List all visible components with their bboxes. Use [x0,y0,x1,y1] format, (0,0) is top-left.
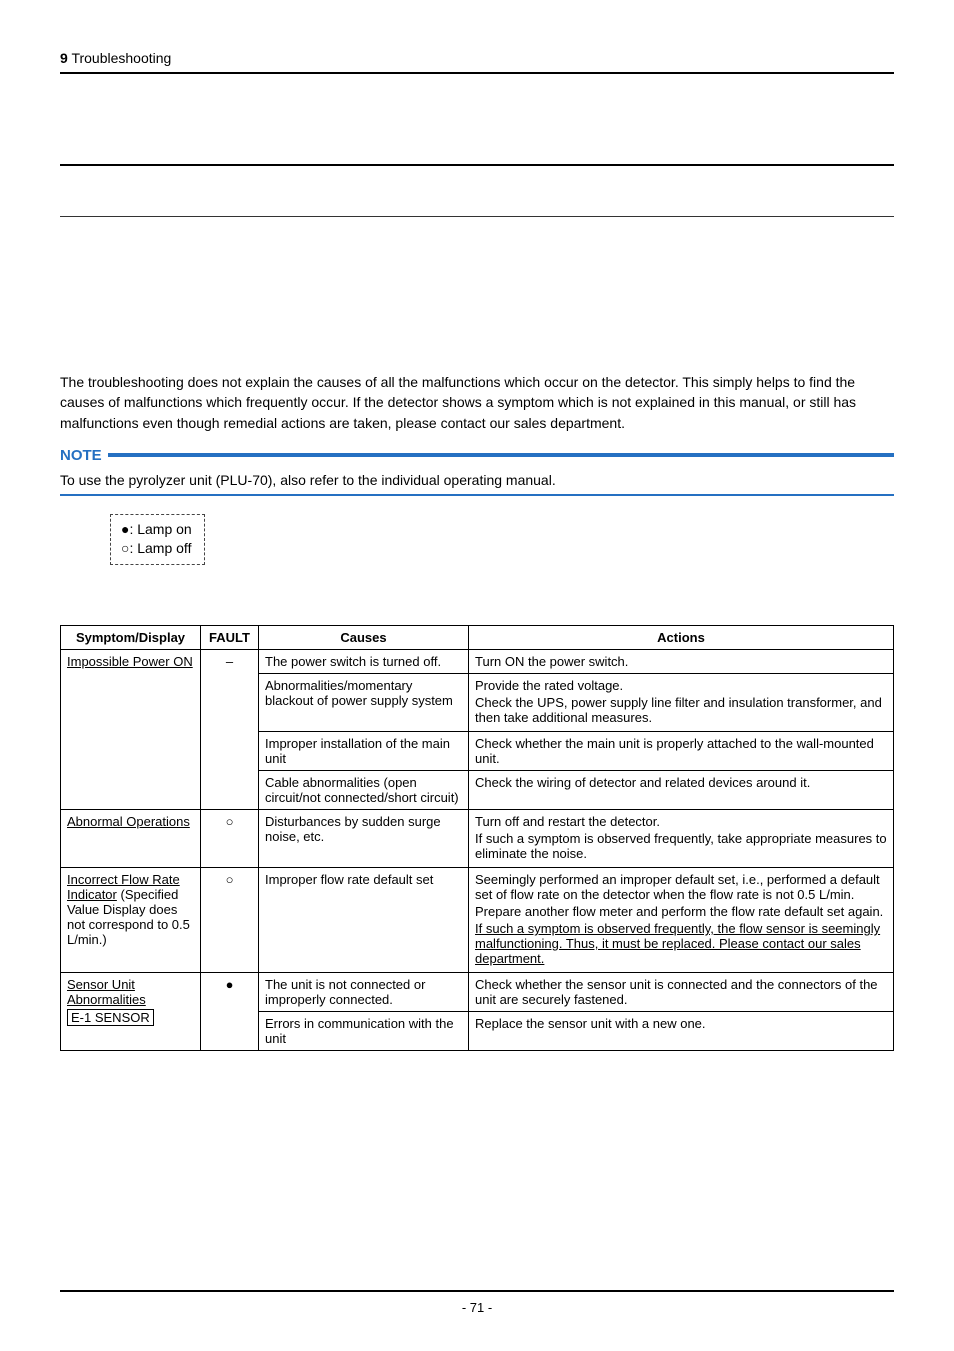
horizontal-rule [60,164,894,166]
action-cell: Check the wiring of detector and related… [469,771,894,810]
symptom-cell: Impossible Power ON [61,650,201,810]
col-symptom: Symptom/Display [61,626,201,650]
legend-lamp-on: ●: Lamp on [121,520,192,540]
cause-cell: The unit is not connected or improperly … [259,973,469,1012]
symptom-cell: Abnormal Operations [61,810,201,868]
section-title: Troubleshooting [71,50,171,66]
running-header: 9 Troubleshooting [60,50,894,74]
note-rule-thin [60,494,894,496]
action-cell: Turn ON the power switch. [469,650,894,674]
col-actions: Actions [469,626,894,650]
cause-cell: Errors in communication with the unit [259,1012,469,1051]
table-row: Sensor Unit Abnormalities E-1 SENSOR ● T… [61,973,894,1012]
footer-rule [60,1290,894,1292]
fault-cell: ○ [201,868,259,973]
col-fault: FAULT [201,626,259,650]
cause-cell: Improper flow rate default set [259,868,469,973]
note-header: NOTE [60,433,894,464]
action-cell: Check whether the main unit is properly … [469,732,894,771]
table-row: Abnormal Operations ○ Disturbances by su… [61,810,894,868]
section-number: 9 [60,50,68,66]
action-cell: Turn off and restart the detector. If su… [469,810,894,868]
cause-cell: Disturbances by sudden surge noise, etc. [259,810,469,868]
col-causes: Causes [259,626,469,650]
symptom-cell: Incorrect Flow Rate Indicator (Specified… [61,868,201,973]
lamp-legend: ●: Lamp on ○: Lamp off [110,514,205,565]
table-header-row: Symptom/Display FAULT Causes Actions [61,626,894,650]
action-cell: Provide the rated voltage. Check the UPS… [469,674,894,732]
cause-cell: Improper installation of the main unit [259,732,469,771]
symptom-cell: Sensor Unit Abnormalities E-1 SENSOR [61,973,201,1051]
cause-cell: Abnormalities/momentary blackout of powe… [259,674,469,732]
fault-cell: ● [201,973,259,1051]
legend-lamp-off: ○: Lamp off [121,539,192,559]
troubleshooting-table: Symptom/Display FAULT Causes Actions Imp… [60,625,894,1051]
fault-cell: – [201,650,259,810]
intro-paragraph: The troubleshooting does not explain the… [60,372,894,433]
error-code-box: E-1 SENSOR [67,1009,154,1026]
cause-cell: Cable abnormalities (open circuit/not co… [259,771,469,810]
action-cell: Seemingly performed an improper default … [469,868,894,973]
action-cell: Check whether the sensor unit is connect… [469,973,894,1012]
note-label: NOTE [60,447,102,464]
table-row: Incorrect Flow Rate Indicator (Specified… [61,868,894,973]
page-number: - 71 - [0,1300,954,1315]
page-footer: - 71 - [0,1290,954,1315]
table-row: Impossible Power ON – The power switch i… [61,650,894,674]
cause-cell: The power switch is turned off. [259,650,469,674]
action-cell: Replace the sensor unit with a new one. [469,1012,894,1051]
note-text: To use the pyrolyzer unit (PLU-70), also… [60,472,894,494]
note-rule-thick [108,453,894,457]
horizontal-rule-thin [60,216,894,217]
fault-cell: ○ [201,810,259,868]
